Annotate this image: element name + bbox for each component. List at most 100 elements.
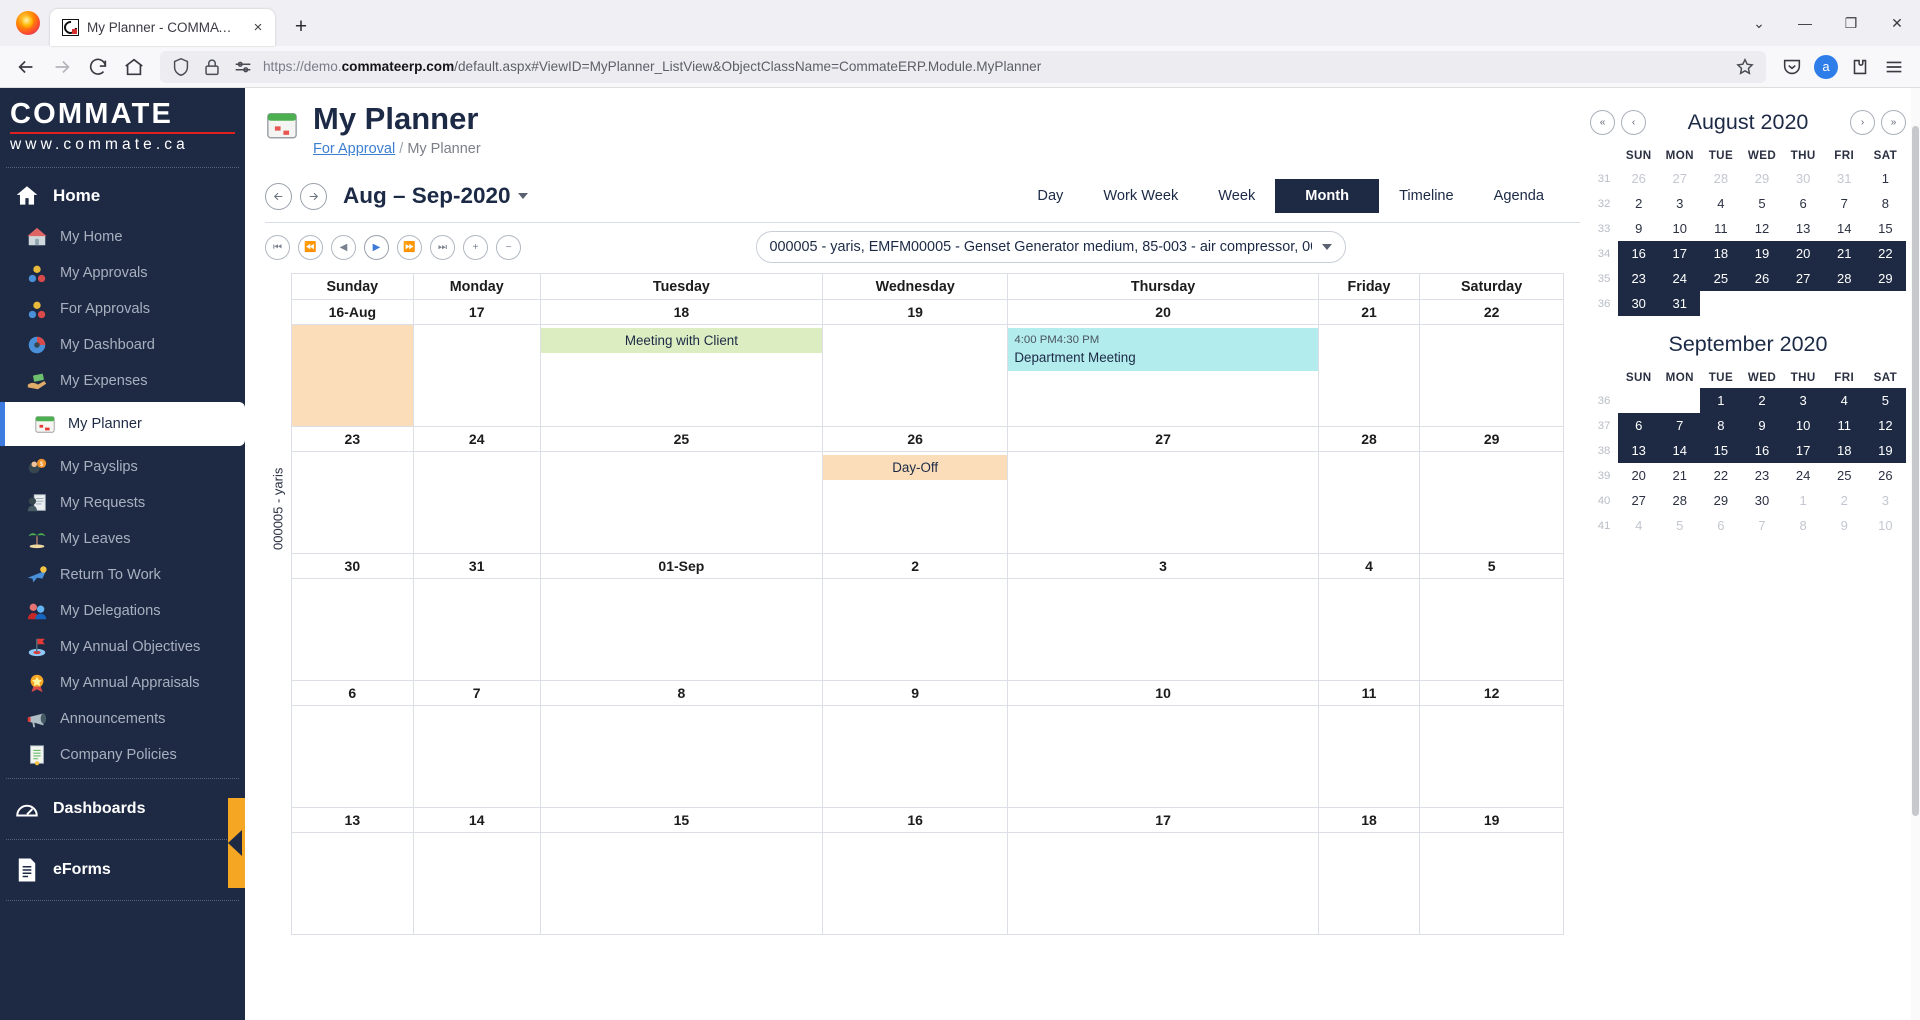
account-avatar[interactable]: a xyxy=(1810,51,1842,83)
calendar-date-number[interactable]: 30 xyxy=(291,553,414,580)
tab-list-chevron-icon[interactable]: ⌄ xyxy=(1736,3,1782,43)
mini-calendar-day[interactable]: 23 xyxy=(1741,463,1782,488)
mini-calendar-day[interactable]: 12 xyxy=(1864,413,1906,438)
calendar-date-number[interactable]: 9 xyxy=(822,680,1009,707)
mini-calendar-day[interactable]: 8 xyxy=(1700,413,1742,438)
calendar-date-number[interactable]: 5 xyxy=(1419,553,1564,580)
tab-month[interactable]: Month xyxy=(1275,179,1380,214)
close-tab-icon[interactable]: × xyxy=(247,17,269,39)
calendar-day-cell[interactable] xyxy=(291,578,414,682)
calendar-date-number[interactable]: 15 xyxy=(539,807,824,834)
mini-calendar-day[interactable]: 5 xyxy=(1864,388,1906,413)
calendar-date-number[interactable]: 28 xyxy=(1317,426,1421,453)
mini-calendar-day[interactable]: 13 xyxy=(1783,216,1824,241)
mini-calendar-day[interactable]: 3 xyxy=(1659,191,1700,216)
calendar-date-number[interactable]: 19 xyxy=(822,299,1009,326)
calendar-day-cell[interactable] xyxy=(822,832,1009,936)
mini-calendar-day[interactable]: 1 xyxy=(1700,388,1742,413)
calendar-day-cell[interactable] xyxy=(291,451,414,555)
mini-calendar-day[interactable]: 23 xyxy=(1618,266,1660,291)
sidebar-section-dashboards[interactable]: Dashboards xyxy=(0,784,245,834)
mini-calendar-day[interactable]: 15 xyxy=(1865,216,1906,241)
calendar-day-cell[interactable] xyxy=(539,832,824,936)
sidebar-item-my-dashboard[interactable]: My Dashboard xyxy=(0,327,245,363)
tab-timeline[interactable]: Timeline xyxy=(1379,180,1474,212)
breadcrumb-link[interactable]: For Approval xyxy=(313,141,395,157)
mini-calendar-day[interactable]: 14 xyxy=(1824,216,1865,241)
calendar-day-cell[interactable] xyxy=(1419,832,1564,936)
calendar-day-cell[interactable] xyxy=(1007,705,1319,809)
mini-calendar-day[interactable]: 2 xyxy=(1618,191,1659,216)
sidebar-item-my-leaves[interactable]: My Leaves xyxy=(0,521,245,557)
mini-calendar-day[interactable]: 25 xyxy=(1700,266,1742,291)
zoom-out-button[interactable]: − xyxy=(496,234,521,260)
mini-calendar-day[interactable]: 11 xyxy=(1700,216,1741,241)
resource-dropdown[interactable]: 000005 - yaris, EMFM00005 - Genset Gener… xyxy=(755,231,1346,264)
mini-calendar-day[interactable]: 13 xyxy=(1618,438,1660,463)
calendar-day-cell[interactable] xyxy=(1419,578,1564,682)
mini-calendar-day[interactable]: 15 xyxy=(1700,438,1742,463)
calendar-date-number[interactable]: 31 xyxy=(412,553,541,580)
mini-calendar-day[interactable]: 4 xyxy=(1700,191,1741,216)
mini-calendar-day[interactable]: 9 xyxy=(1741,413,1783,438)
calendar-day-cell[interactable] xyxy=(822,705,1009,809)
sidebar-collapse-handle[interactable] xyxy=(228,798,245,888)
calendar-date-number[interactable]: 18 xyxy=(539,299,824,326)
calendar-day-cell[interactable] xyxy=(291,832,414,936)
sidebar-item-return-to-work[interactable]: Return To Work xyxy=(0,557,245,593)
calendar-event[interactable]: Day-Off xyxy=(823,455,1008,481)
mini-calendar-day[interactable]: 27 xyxy=(1659,166,1700,191)
mini-calendar-day[interactable]: 29 xyxy=(1864,266,1906,291)
calendar-day-cell[interactable] xyxy=(291,324,414,428)
calendar-date-number[interactable]: 6 xyxy=(291,680,414,707)
mini-calendar-day[interactable]: 1 xyxy=(1783,488,1824,513)
calendar-day-cell[interactable]: 4:00 PM4:30 PM Department Meeting xyxy=(1007,324,1319,428)
mini-calendar-day[interactable]: 26 xyxy=(1618,166,1659,191)
mini-calendar-day[interactable]: 6 xyxy=(1700,513,1741,538)
calendar-date-number[interactable]: 21 xyxy=(1317,299,1421,326)
mini-calendar-day[interactable]: 7 xyxy=(1741,513,1782,538)
zoom-in-button[interactable]: + xyxy=(463,234,488,260)
mini-calendar-day[interactable]: 27 xyxy=(1618,488,1659,513)
step-back-button[interactable]: ◀ xyxy=(331,234,356,260)
tab-agenda[interactable]: Agenda xyxy=(1474,180,1564,212)
mini-calendar-day[interactable]: 22 xyxy=(1864,241,1906,266)
mini-calendar-day[interactable]: 3 xyxy=(1782,388,1824,413)
mini-calendar-day[interactable]: 6 xyxy=(1783,191,1824,216)
mini-calendar-day[interactable]: 5 xyxy=(1659,513,1700,538)
mini-calendar-day[interactable] xyxy=(1700,291,1741,316)
mini-calendar-day[interactable]: 26 xyxy=(1741,266,1783,291)
mini-calendar-day[interactable]: 4 xyxy=(1618,513,1659,538)
mini-calendar-day[interactable] xyxy=(1659,388,1700,413)
calendar-day-cell[interactable] xyxy=(291,705,414,809)
sidebar-item-home[interactable]: Home xyxy=(0,173,245,219)
mini-calendar-day[interactable]: 6 xyxy=(1618,413,1660,438)
minimize-button[interactable]: — xyxy=(1782,3,1828,43)
calendar-date-number[interactable]: 7 xyxy=(412,680,541,707)
address-bar[interactable]: https://demo.commateerp.com/default.aspx… xyxy=(160,50,1766,83)
sidebar-item-my-delegations[interactable]: My Delegations xyxy=(0,593,245,629)
calendar-date-number[interactable]: 2 xyxy=(822,553,1009,580)
mini-first-button[interactable]: « xyxy=(1590,110,1615,135)
play-button[interactable]: ▶ xyxy=(364,234,389,260)
calendar-day-cell[interactable] xyxy=(412,451,541,555)
period-selector[interactable]: Aug – Sep-2020 xyxy=(343,183,528,209)
calendar-day-cell[interactable] xyxy=(1419,324,1564,428)
mini-calendar-day[interactable]: 8 xyxy=(1865,191,1906,216)
mini-calendar-day[interactable]: 11 xyxy=(1823,413,1865,438)
mini-calendar-day[interactable]: 27 xyxy=(1782,266,1824,291)
scrollbar-thumb[interactable] xyxy=(1912,126,1919,816)
calendar-day-cell[interactable] xyxy=(1007,832,1319,936)
calendar-date-number[interactable]: 25 xyxy=(539,426,824,453)
calendar-day-cell[interactable] xyxy=(822,578,1009,682)
calendar-date-number[interactable]: 16 xyxy=(822,807,1009,834)
calendar-day-cell[interactable] xyxy=(1007,451,1319,555)
calendar-date-number[interactable]: 4 xyxy=(1317,553,1421,580)
mini-calendar-day[interactable]: 2 xyxy=(1741,388,1783,413)
mini-calendar-day[interactable]: 29 xyxy=(1741,166,1782,191)
sidebar-item-my-annual-objectives[interactable]: My Annual Objectives xyxy=(0,629,245,665)
reload-button[interactable] xyxy=(82,51,114,83)
tab-work-week[interactable]: Work Week xyxy=(1083,180,1198,212)
mini-calendar-day[interactable] xyxy=(1824,291,1865,316)
mini-calendar-day[interactable]: 31 xyxy=(1659,291,1701,316)
